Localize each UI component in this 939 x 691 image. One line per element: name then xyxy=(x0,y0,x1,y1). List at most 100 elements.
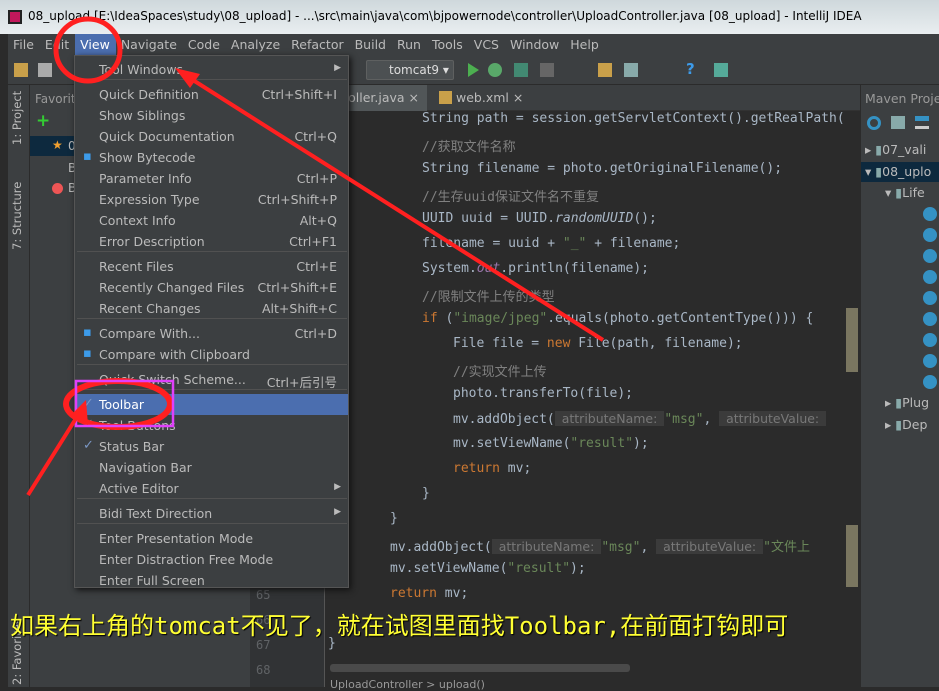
menu-item-recently-changed-files[interactable]: Recently Changed Files Ctrl+Shift+E xyxy=(75,277,348,298)
add-icon[interactable]: + xyxy=(36,111,50,131)
error-stripe-marker[interactable] xyxy=(846,308,858,372)
menu-item-enter-full-screen[interactable]: Enter Full Screen xyxy=(75,570,348,591)
menu-item-compare-with[interactable]: ▪ Compare With... Ctrl+D xyxy=(75,323,348,344)
stop-icon[interactable] xyxy=(540,63,554,77)
coverage-icon[interactable] xyxy=(514,63,528,77)
left-tool-strip: 1: Project 7: Structure 2: Favorites xyxy=(8,85,30,687)
menu-item-label: Quick Definition xyxy=(99,87,199,102)
menu-item-recent-changes[interactable]: Recent Changes Alt+Shift+C xyxy=(75,298,348,319)
code-line: mv.setViewName("result"); xyxy=(390,561,586,581)
run-icon[interactable] xyxy=(468,63,479,77)
code-line: return mv; xyxy=(390,586,468,606)
menu-help[interactable]: Help xyxy=(565,34,605,55)
menu-refactor[interactable]: Refactor xyxy=(286,34,349,55)
code-token: .println(filename); xyxy=(500,261,649,276)
tab-web-xml[interactable]: web.xml × xyxy=(431,85,531,111)
code-token: //生存uuid保证文件名不重复 xyxy=(422,190,599,205)
vertical-scrollbar-thumb[interactable] xyxy=(846,525,858,587)
lifecycle-gear-icon[interactable] xyxy=(923,291,937,305)
lifecycle-gear-icon[interactable] xyxy=(923,375,937,389)
project-tool-tab[interactable]: 1: Project xyxy=(10,91,24,145)
horizontal-scrollbar[interactable] xyxy=(330,664,630,672)
menu-item-enter-presentation-mode[interactable]: Enter Presentation Mode xyxy=(75,528,348,549)
code-line: } xyxy=(422,486,430,506)
menu-analyze[interactable]: Analyze xyxy=(226,34,286,55)
menu-item-quick-documentation[interactable]: Quick Documentation Ctrl+Q xyxy=(75,126,348,147)
code-line: filename = uuid + "_" + filename; xyxy=(422,236,680,256)
lifecycle-gear-icon[interactable] xyxy=(923,228,937,242)
menu-item-label: Tool Windows xyxy=(99,62,184,77)
annotation-caption: 如果右上角的tomcat不见了，就在试图里面找Toolbar,在前面打钩即可 xyxy=(10,612,789,640)
maven-lifecycle-item[interactable]: ▾ ▮Life xyxy=(885,185,925,200)
lifecycle-gear-icon[interactable] xyxy=(923,207,937,221)
menu-run[interactable]: Run xyxy=(392,34,427,55)
menu-item-toolbar[interactable]: ✓ Toolbar xyxy=(75,394,348,415)
menu-item-quick-definition[interactable]: Quick Definition Ctrl+Shift+I xyxy=(75,84,348,105)
menu-item-context-info[interactable]: Context Info Alt+Q xyxy=(75,210,348,231)
menu-build[interactable]: Build xyxy=(350,34,392,55)
menu-code[interactable]: Code xyxy=(183,34,226,55)
download-icon[interactable] xyxy=(915,116,929,129)
menu-item-shortcut: Alt+Shift+C xyxy=(261,301,337,316)
code-line: //实现文件上传 xyxy=(453,361,547,381)
maven-dependencies-item[interactable]: ▸ ▮Dep xyxy=(885,417,927,432)
menu-item-active-editor[interactable]: Active Editor ▶ xyxy=(75,478,348,499)
menu-item-label: Recent Files xyxy=(99,259,174,274)
save-icon[interactable] xyxy=(38,63,52,77)
open-folder-icon[interactable] xyxy=(14,63,28,77)
refresh-icon[interactable] xyxy=(867,116,881,130)
menu-navigate[interactable]: Navigate xyxy=(116,34,183,55)
lifecycle-gear-icon[interactable] xyxy=(923,333,937,347)
code-token: //实现文件上传 xyxy=(453,365,547,380)
menu-item-error-description[interactable]: Error Description Ctrl+F1 xyxy=(75,231,348,252)
menu-item-compare-with-clipboard[interactable]: ▪ Compare with Clipboard xyxy=(75,344,348,365)
maven-project-item[interactable]: ▸ ▮07_vali xyxy=(865,142,926,157)
maven-plugins-item[interactable]: ▸ ▮Plug xyxy=(885,395,929,410)
menu-item-label: Show Siblings xyxy=(99,108,186,123)
menu-edit[interactable]: Edit xyxy=(40,34,75,55)
menu-file[interactable]: File xyxy=(8,34,40,55)
menu-item-expression-type[interactable]: Expression Type Ctrl+Shift+P xyxy=(75,189,348,210)
menu-item-parameter-info[interactable]: Parameter Info Ctrl+P xyxy=(75,168,348,189)
generate-sources-icon[interactable] xyxy=(891,116,905,129)
maven-project-item[interactable]: ▾ ▮08_uplo xyxy=(865,164,931,179)
code-token: //限制文件上传的类型 xyxy=(422,290,555,305)
menu-item-label: Parameter Info xyxy=(99,171,192,186)
window-title: 08_upload [E:\IdeaSpaces\study\08_upload… xyxy=(28,9,862,23)
code-token: filename = uuid + xyxy=(422,236,563,251)
code-editor[interactable]: String path = session.getServletContext(… xyxy=(326,111,858,687)
menu-item-status-bar[interactable]: ✓ Status Bar xyxy=(75,436,348,457)
menu-item-bidi-text-direction[interactable]: Bidi Text Direction ▶ xyxy=(75,503,348,524)
menu-item-enter-distraction-free-mode[interactable]: Enter Distraction Free Mode xyxy=(75,549,348,570)
run-configuration-dropdown[interactable]: tomcat9 ▾ xyxy=(366,60,454,80)
menu-window[interactable]: Window xyxy=(505,34,565,55)
menu-vcs[interactable]: VCS xyxy=(469,34,505,55)
lifecycle-gear-icon[interactable] xyxy=(923,312,937,326)
menu-item-recent-files[interactable]: Recent Files Ctrl+E xyxy=(75,256,348,277)
structure-tool-tab[interactable]: 7: Structure xyxy=(10,182,24,250)
star-icon: ★ xyxy=(52,138,63,152)
debug-icon[interactable] xyxy=(488,63,502,77)
menu-item-tool-windows[interactable]: Tool Windows ▶ xyxy=(75,59,348,80)
plugin-icon[interactable] xyxy=(714,63,728,77)
menu-tools[interactable]: Tools xyxy=(427,34,469,55)
code-token: } xyxy=(390,511,398,526)
breakpoint-icon xyxy=(52,183,63,194)
sdk-icon[interactable] xyxy=(624,63,638,77)
help-icon[interactable]: ? xyxy=(686,60,700,78)
project-structure-icon[interactable] xyxy=(598,63,612,77)
menu-item-navigation-bar[interactable]: Navigation Bar xyxy=(75,457,348,478)
intellij-app-icon xyxy=(8,10,22,24)
menu-item-label: Bidi Text Direction xyxy=(99,506,213,521)
lifecycle-gear-icon[interactable] xyxy=(923,249,937,263)
menu-item-show-siblings[interactable]: Show Siblings xyxy=(75,105,348,126)
lifecycle-gear-icon[interactable] xyxy=(923,354,937,368)
maven-title: Maven Projects xyxy=(865,91,939,106)
menu-item-tool-buttons[interactable]: ✓ Tool Buttons xyxy=(75,415,348,436)
lifecycle-gear-icon[interactable] xyxy=(923,270,937,284)
menu-view[interactable]: View xyxy=(75,34,116,55)
menu-item-show-bytecode[interactable]: ▪ Show Bytecode xyxy=(75,147,348,168)
code-line: return mv; xyxy=(453,461,531,481)
code-token: , xyxy=(640,540,657,555)
menu-item-quick-switch-scheme[interactable]: Quick Switch Scheme... Ctrl+后引号 xyxy=(75,369,348,390)
